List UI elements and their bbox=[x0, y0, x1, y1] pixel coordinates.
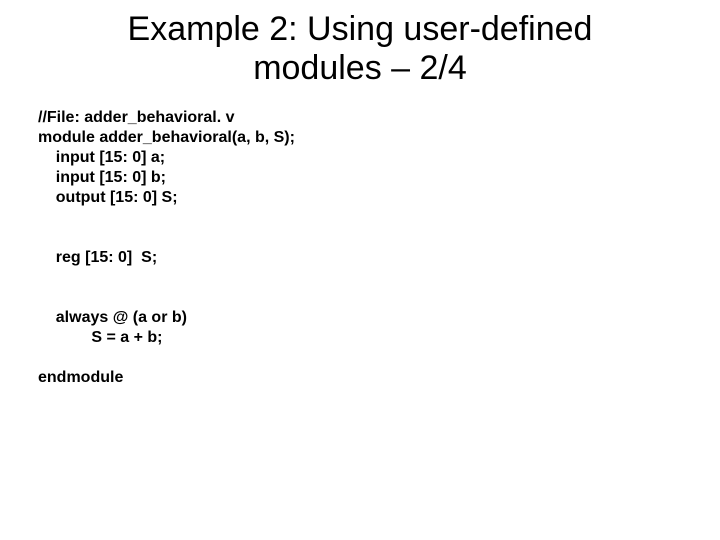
code-line: input [15: 0] a; bbox=[38, 149, 165, 166]
code-line: output [15: 0] S; bbox=[38, 189, 178, 206]
slide-title: Example 2: Using user-defined modules – … bbox=[0, 0, 720, 88]
title-line-1: Example 2: Using user-defined bbox=[128, 10, 593, 48]
code-line: always @ (a or b) bbox=[38, 309, 187, 326]
slide: Example 2: Using user-defined modules – … bbox=[0, 0, 720, 540]
code-line: S = a + b; bbox=[38, 329, 162, 346]
code-block: //File: adder_behavioral. v module adder… bbox=[38, 108, 295, 388]
code-line: reg [15: 0] S; bbox=[38, 249, 157, 266]
code-line: module adder_behavioral(a, b, S); bbox=[38, 129, 295, 146]
title-line-2: modules – 2/4 bbox=[253, 49, 467, 87]
code-line: //File: adder_behavioral. v bbox=[38, 109, 235, 126]
code-line: input [15: 0] b; bbox=[38, 169, 166, 186]
code-line: endmodule bbox=[38, 369, 123, 386]
